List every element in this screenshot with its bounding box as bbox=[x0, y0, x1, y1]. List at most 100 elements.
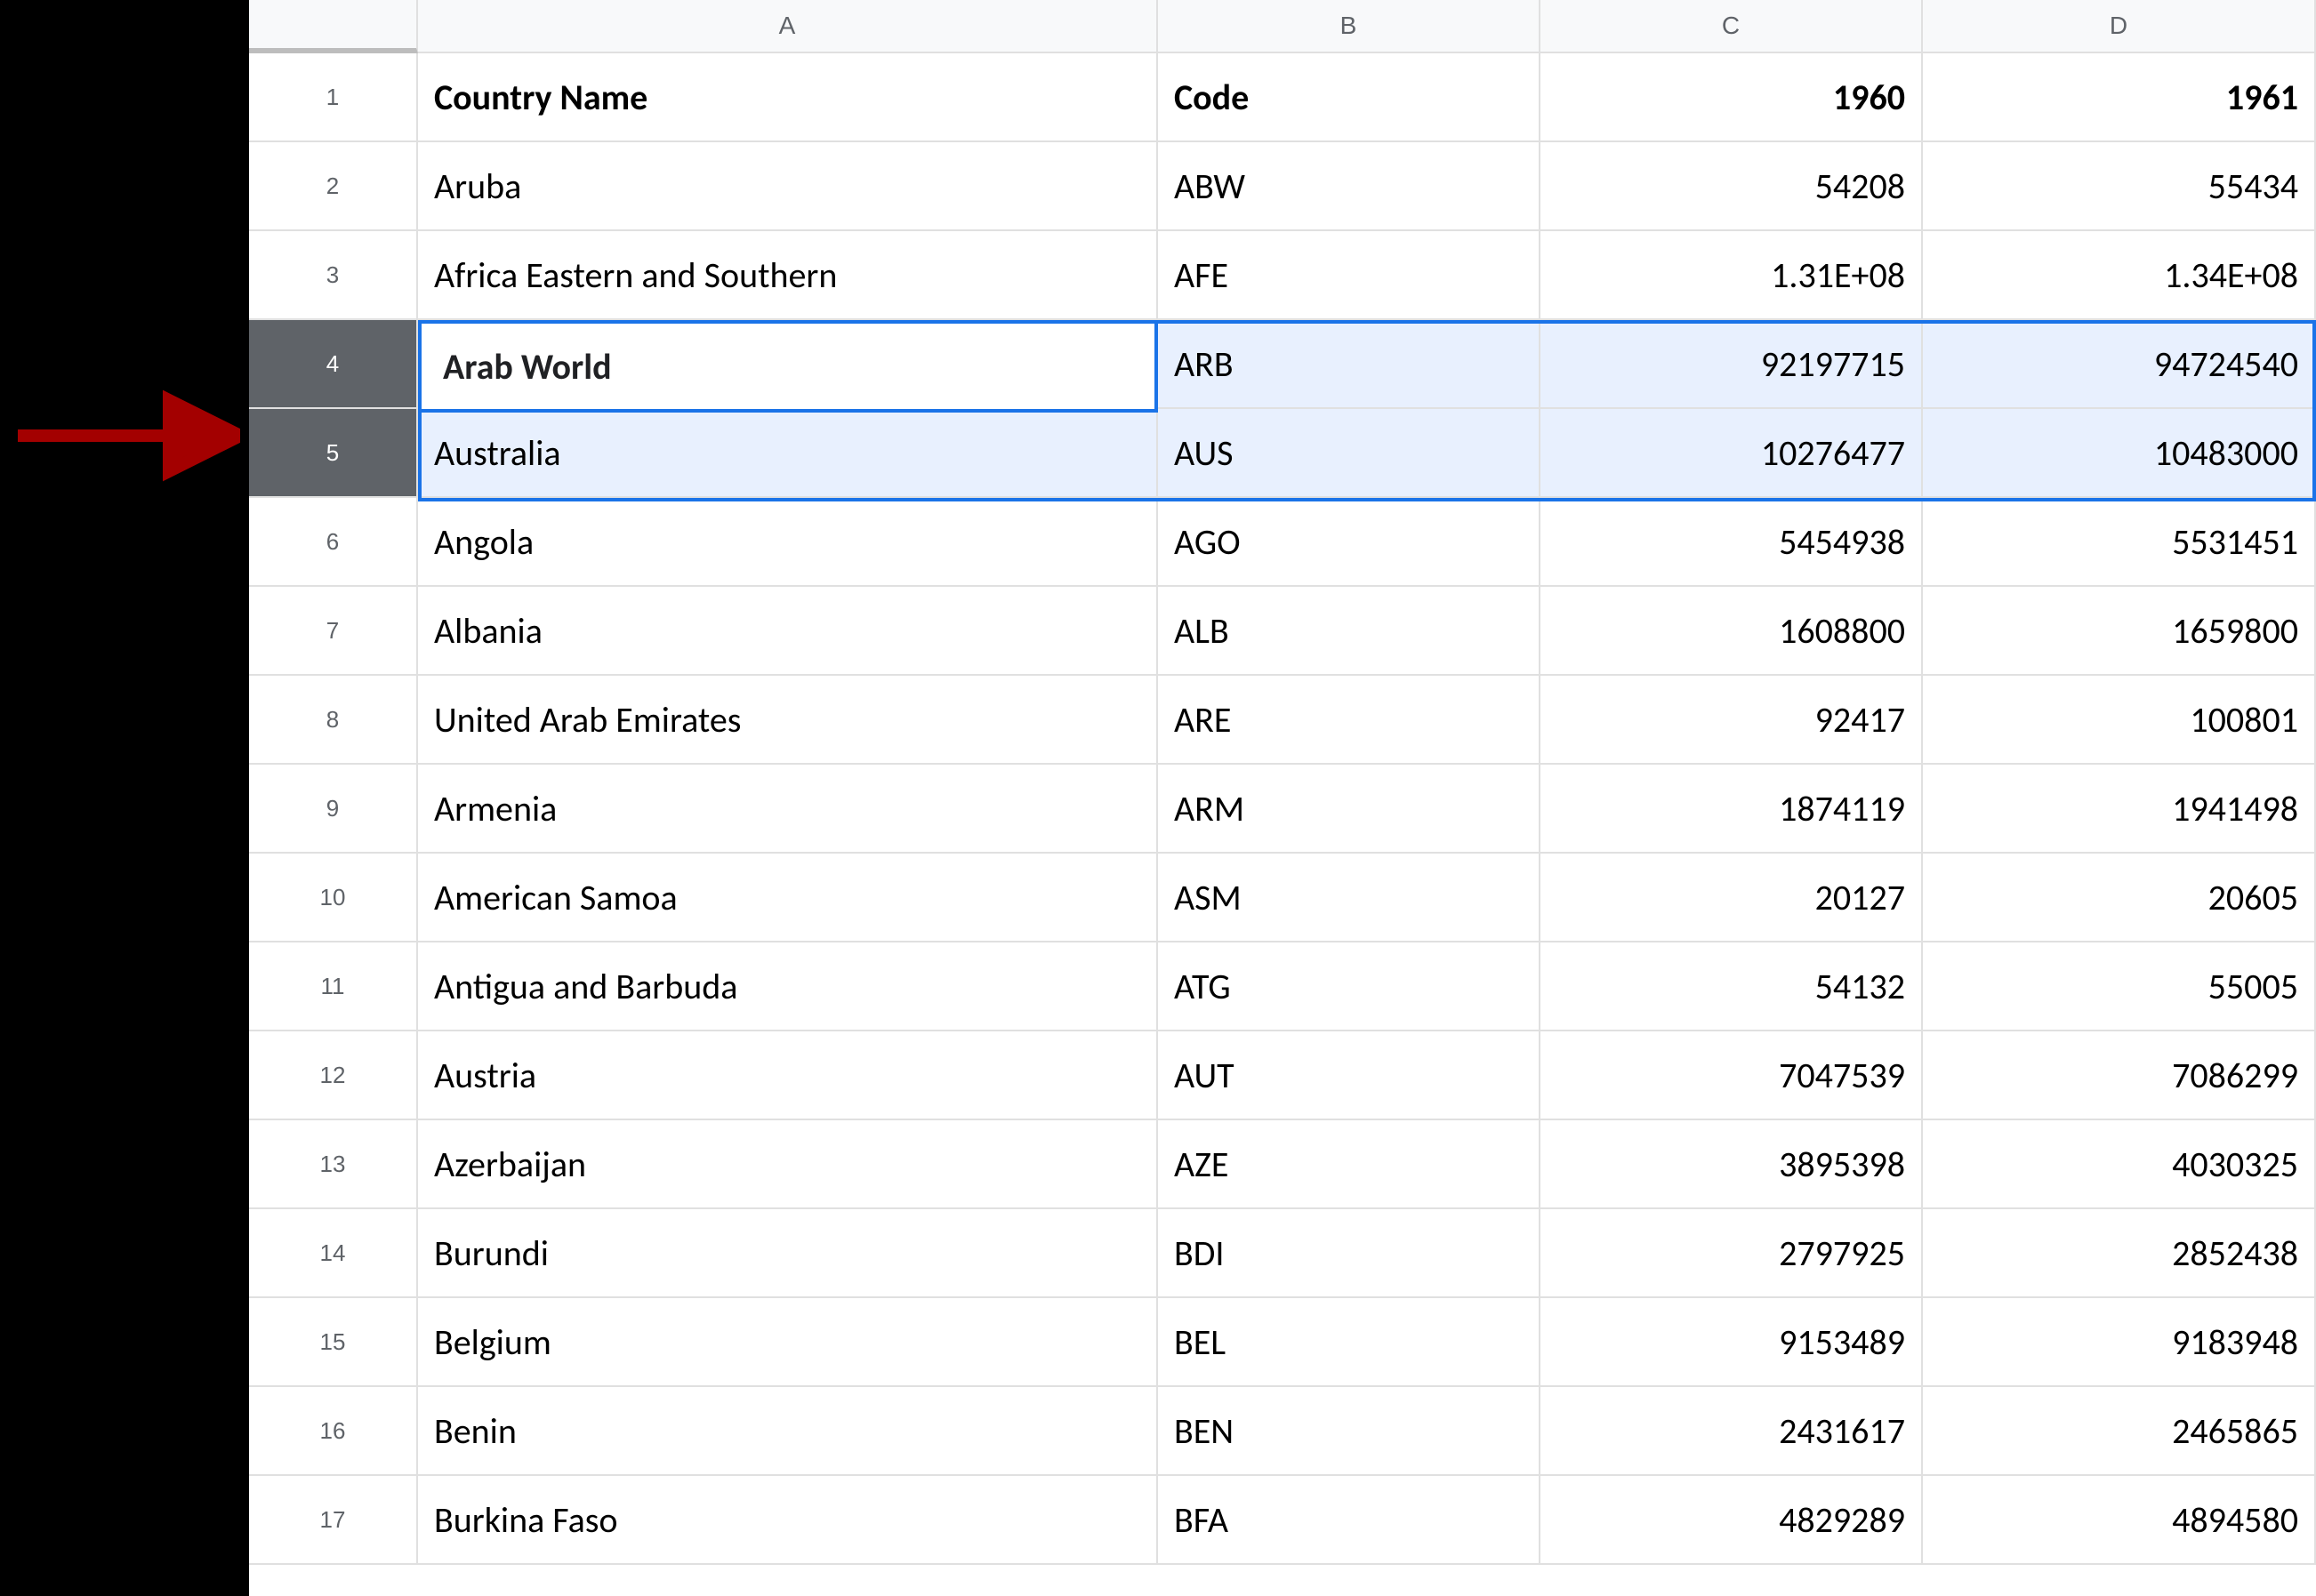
cell-A1[interactable]: Country Name bbox=[418, 53, 1158, 142]
column-header-C[interactable]: C bbox=[1540, 0, 1923, 53]
row-header[interactable]: 7 bbox=[249, 587, 418, 676]
cell-D8[interactable]: 100801 bbox=[1923, 676, 2316, 765]
cell-D14[interactable]: 2852438 bbox=[1923, 1209, 2316, 1298]
cell-A10[interactable]: American Samoa bbox=[418, 854, 1158, 942]
cell-A15[interactable]: Belgium bbox=[418, 1298, 1158, 1387]
cell-A9[interactable]: Armenia bbox=[418, 765, 1158, 854]
cell-C17[interactable]: 4829289 bbox=[1540, 1476, 1923, 1565]
row-header[interactable]: 15 bbox=[249, 1298, 418, 1387]
cell-D6[interactable]: 5531451 bbox=[1923, 498, 2316, 587]
cell-C3[interactable]: 1.31E+08 bbox=[1540, 231, 1923, 320]
cell-C9[interactable]: 1874119 bbox=[1540, 765, 1923, 854]
cell-A17[interactable]: Burkina Faso bbox=[418, 1476, 1158, 1565]
cell-C2[interactable]: 54208 bbox=[1540, 142, 1923, 231]
cell-D15[interactable]: 9183948 bbox=[1923, 1298, 2316, 1387]
select-all-corner[interactable] bbox=[249, 0, 418, 53]
row-header[interactable]: 16 bbox=[249, 1387, 418, 1476]
cell-C11[interactable]: 54132 bbox=[1540, 942, 1923, 1031]
row-header[interactable]: 1 bbox=[249, 53, 418, 142]
cell-D16[interactable]: 2465865 bbox=[1923, 1387, 2316, 1476]
cell-D7[interactable]: 1659800 bbox=[1923, 587, 2316, 676]
row-header[interactable]: 2 bbox=[249, 142, 418, 231]
cell-C7[interactable]: 1608800 bbox=[1540, 587, 1923, 676]
cell-B7[interactable]: ALB bbox=[1158, 587, 1540, 676]
cell-D9[interactable]: 1941498 bbox=[1923, 765, 2316, 854]
cell-A11[interactable]: Antigua and Barbuda bbox=[418, 942, 1158, 1031]
cell-B11[interactable]: ATG bbox=[1158, 942, 1540, 1031]
cell-D17[interactable]: 4894580 bbox=[1923, 1476, 2316, 1565]
cell-B5[interactable]: AUS bbox=[1158, 409, 1540, 498]
cell-A6[interactable]: Angola bbox=[418, 498, 1158, 587]
cell-C12[interactable]: 7047539 bbox=[1540, 1031, 1923, 1120]
cell-B10[interactable]: ASM bbox=[1158, 854, 1540, 942]
cell-C1[interactable]: 1960 bbox=[1540, 53, 1923, 142]
data-row-2: 2 Aruba ABW 54208 55434 bbox=[249, 142, 2316, 231]
data-row-3: 3 Africa Eastern and Southern AFE 1.31E+… bbox=[249, 231, 2316, 320]
cell-D3[interactable]: 1.34E+08 bbox=[1923, 231, 2316, 320]
row-header[interactable]: 12 bbox=[249, 1031, 418, 1120]
column-header-D[interactable]: D bbox=[1923, 0, 2316, 53]
row-header[interactable]: 10 bbox=[249, 854, 418, 942]
data-row-6: 6 Angola AGO 5454938 5531451 bbox=[249, 498, 2316, 587]
cell-B17[interactable]: BFA bbox=[1158, 1476, 1540, 1565]
cell-B14[interactable]: BDI bbox=[1158, 1209, 1540, 1298]
row-header[interactable]: 5 bbox=[249, 409, 418, 498]
cell-B16[interactable]: BEN bbox=[1158, 1387, 1540, 1476]
row-header[interactable]: 14 bbox=[249, 1209, 418, 1298]
cell-B15[interactable]: BEL bbox=[1158, 1298, 1540, 1387]
cell-C10[interactable]: 20127 bbox=[1540, 854, 1923, 942]
cell-D5[interactable]: 10483000 bbox=[1923, 409, 2316, 498]
cell-D13[interactable]: 4030325 bbox=[1923, 1120, 2316, 1209]
cell-D2[interactable]: 55434 bbox=[1923, 142, 2316, 231]
cell-A7[interactable]: Albania bbox=[418, 587, 1158, 676]
cell-B1[interactable]: Code bbox=[1158, 53, 1540, 142]
cell-C4[interactable]: 92197715 bbox=[1540, 320, 1923, 409]
cell-C6[interactable]: 5454938 bbox=[1540, 498, 1923, 587]
row-header[interactable]: 3 bbox=[249, 231, 418, 320]
cell-D1[interactable]: 1961 bbox=[1923, 53, 2316, 142]
cell-B3[interactable]: AFE bbox=[1158, 231, 1540, 320]
row-header[interactable]: 4 bbox=[249, 320, 418, 409]
cell-C16[interactable]: 2431617 bbox=[1540, 1387, 1923, 1476]
cell-B4[interactable]: ARB bbox=[1158, 320, 1540, 409]
data-row-13: 13 Azerbaijan AZE 3895398 4030325 bbox=[249, 1120, 2316, 1209]
cell-A2[interactable]: Aruba bbox=[418, 142, 1158, 231]
cell-A4[interactable]: Arab World bbox=[418, 320, 1158, 409]
cell-D10[interactable]: 20605 bbox=[1923, 854, 2316, 942]
cell-C13[interactable]: 3895398 bbox=[1540, 1120, 1923, 1209]
cell-B9[interactable]: ARM bbox=[1158, 765, 1540, 854]
data-row-1: 1 Country Name Code 1960 1961 bbox=[249, 53, 2316, 142]
data-row-15: 15 Belgium BEL 9153489 9183948 bbox=[249, 1298, 2316, 1387]
column-header-A[interactable]: A bbox=[418, 0, 1158, 53]
row-header[interactable]: 13 bbox=[249, 1120, 418, 1209]
data-row-12: 12 Austria AUT 7047539 7086299 bbox=[249, 1031, 2316, 1120]
column-header-B[interactable]: B bbox=[1158, 0, 1540, 53]
cell-B6[interactable]: AGO bbox=[1158, 498, 1540, 587]
cell-B12[interactable]: AUT bbox=[1158, 1031, 1540, 1120]
cell-A5[interactable]: Australia bbox=[418, 409, 1158, 498]
cell-A13[interactable]: Azerbaijan bbox=[418, 1120, 1158, 1209]
cell-B13[interactable]: AZE bbox=[1158, 1120, 1540, 1209]
cell-A3[interactable]: Africa Eastern and Southern bbox=[418, 231, 1158, 320]
cell-D4[interactable]: 94724540 bbox=[1923, 320, 2316, 409]
cell-C5[interactable]: 10276477 bbox=[1540, 409, 1923, 498]
spreadsheet-grid[interactable]: A B C D 1 Country Name Code 1960 1961 2 … bbox=[249, 0, 2316, 1565]
column-header-row[interactable]: A B C D bbox=[249, 0, 2316, 53]
row-header[interactable]: 11 bbox=[249, 942, 418, 1031]
row-header[interactable]: 8 bbox=[249, 676, 418, 765]
row-header[interactable]: 17 bbox=[249, 1476, 418, 1565]
cell-C8[interactable]: 92417 bbox=[1540, 676, 1923, 765]
cell-D12[interactable]: 7086299 bbox=[1923, 1031, 2316, 1120]
cell-B2[interactable]: ABW bbox=[1158, 142, 1540, 231]
cell-C15[interactable]: 9153489 bbox=[1540, 1298, 1923, 1387]
cell-A12[interactable]: Austria bbox=[418, 1031, 1158, 1120]
data-row-10: 10 American Samoa ASM 20127 20605 bbox=[249, 854, 2316, 942]
cell-B8[interactable]: ARE bbox=[1158, 676, 1540, 765]
row-header[interactable]: 6 bbox=[249, 498, 418, 587]
cell-C14[interactable]: 2797925 bbox=[1540, 1209, 1923, 1298]
cell-A16[interactable]: Benin bbox=[418, 1387, 1158, 1476]
row-header[interactable]: 9 bbox=[249, 765, 418, 854]
cell-A14[interactable]: Burundi bbox=[418, 1209, 1158, 1298]
cell-D11[interactable]: 55005 bbox=[1923, 942, 2316, 1031]
cell-A8[interactable]: United Arab Emirates bbox=[418, 676, 1158, 765]
